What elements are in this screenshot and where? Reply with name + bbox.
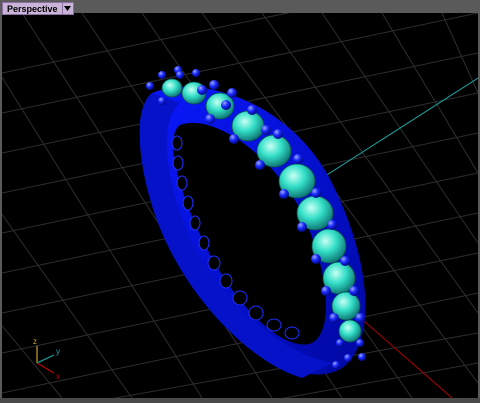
axis-x-label: x xyxy=(56,372,60,381)
perspective-viewport[interactable]: z y x xyxy=(2,13,478,398)
viewport-title-control[interactable]: Perspective xyxy=(2,2,74,15)
viewport-name-label[interactable]: Perspective xyxy=(2,2,62,15)
viewport-bottom-border xyxy=(0,398,480,403)
window-frame: z y x Perspective xyxy=(0,0,480,403)
axis-y-label: y xyxy=(56,347,60,356)
scene-canvas: z y x xyxy=(2,13,478,398)
axis-z-label: z xyxy=(33,337,37,346)
ring-model[interactable] xyxy=(139,66,366,378)
chevron-down-icon[interactable] xyxy=(61,2,74,15)
